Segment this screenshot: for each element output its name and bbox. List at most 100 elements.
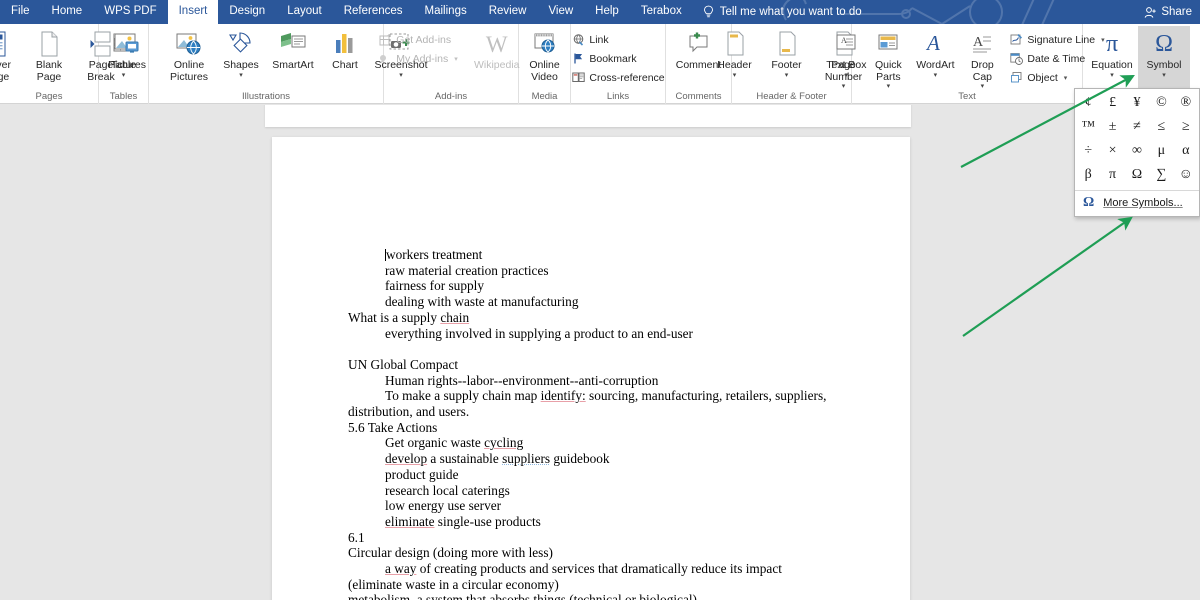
cover-page-label: Cover Page (0, 59, 11, 83)
object-icon (1009, 71, 1023, 85)
equation-button[interactable]: π Equation ▾ (1086, 26, 1138, 88)
ribbon-tab-insert[interactable]: Insert (167, 0, 219, 24)
document-body-text[interactable]: workers treatment raw material creation p… (348, 247, 838, 600)
ribbon-tab-layout[interactable]: Layout (276, 0, 333, 24)
symbol-cell[interactable]: × (1100, 139, 1124, 163)
online-pictures-icon (175, 29, 203, 59)
ribbon-tab-terabox[interactable]: Terabox (630, 0, 693, 24)
drop-cap-button[interactable]: A Drop Cap ▾ (961, 26, 1003, 90)
header-button[interactable]: Header ▾ (709, 26, 761, 88)
ribbon-tab-design[interactable]: Design (218, 0, 276, 24)
text-run: Circular design (doing more with less) (348, 545, 553, 561)
symbol-cell[interactable]: ± (1100, 115, 1124, 139)
share-button[interactable]: Share (1144, 0, 1192, 24)
symbol-cell[interactable]: Ω (1125, 163, 1149, 187)
footer-button[interactable]: Footer ▾ (761, 26, 813, 88)
wordart-button[interactable]: A WordArt ▾ (909, 26, 961, 88)
more-symbols-label: More Symbols... (1103, 197, 1183, 209)
document-line: Circular design (doing more with less) (348, 545, 838, 561)
symbol-cell[interactable]: ÷ (1076, 139, 1100, 163)
ribbon-tab-home[interactable]: Home (41, 0, 94, 24)
ribbon-tab-help[interactable]: Help (584, 0, 630, 24)
pictures-icon (113, 29, 141, 59)
cover-page-button[interactable]: Cover Page ▾ (0, 26, 23, 90)
symbol-cell[interactable]: ☺ (1174, 163, 1198, 187)
spelling-error-text: cycling (484, 435, 524, 451)
smartart-button[interactable]: SmartArt (262, 26, 324, 88)
ribbon-tab-mailings[interactable]: Mailings (414, 0, 478, 24)
date-time-label: Date & Time (1027, 52, 1086, 65)
symbol-cell[interactable]: β (1076, 163, 1100, 187)
symbol-cell[interactable]: £ (1100, 91, 1124, 115)
symbol-cell[interactable]: π (1100, 163, 1124, 187)
ribbon-tab-bar: File Home WPS PDF Insert Design Layout Referen… (0, 0, 1200, 24)
svg-text:A: A (973, 35, 984, 50)
text-run: , a system that absorbs things (technica… (410, 592, 697, 600)
link-button[interactable]: Link (567, 30, 668, 49)
chevron-down-icon[interactable]: ▾ (785, 72, 789, 79)
group-label-pages: Pages (35, 91, 63, 102)
chevron-down-icon[interactable]: ▾ (887, 83, 891, 90)
text-run: To make a supply chain map (385, 388, 541, 404)
chevron-down-icon[interactable]: ▾ (934, 72, 938, 79)
smartart-label: SmartArt (272, 59, 314, 71)
symbol-cell[interactable]: ≤ (1149, 115, 1173, 139)
bookmark-button[interactable]: Bookmark (567, 49, 668, 68)
text-box-icon: A (834, 29, 858, 59)
blank-page-button[interactable]: Blank Page (23, 26, 75, 88)
symbol-cell[interactable]: ® (1174, 91, 1198, 115)
ribbon-group-illustrations: Pictures Online Pictures Shapes ▾ SmartA… (108, 24, 428, 104)
chevron-down-icon[interactable]: ▾ (733, 72, 737, 79)
symbol-cell[interactable]: ™ (1076, 115, 1100, 139)
symbol-cell[interactable]: ¢ (1076, 91, 1100, 115)
chevron-down-icon[interactable]: ▾ (454, 55, 458, 63)
ribbon-tab-file[interactable]: File (0, 0, 41, 24)
online-pictures-button[interactable]: Online Pictures (158, 26, 220, 88)
text-box-button[interactable]: A Text Box ▾ (825, 26, 867, 88)
symbol-button[interactable]: Ω Symbol ▾ (1138, 26, 1190, 88)
word-window: File Home WPS PDF Insert Design Layout Referen… (0, 0, 1200, 600)
online-video-button[interactable]: Online Video (519, 26, 571, 88)
ribbon-tab-view[interactable]: View (537, 0, 584, 24)
shapes-button[interactable]: Shapes ▾ (220, 26, 262, 88)
equation-label: Equation (1091, 59, 1133, 71)
tell-me-label: Tell me what you want to do (719, 6, 862, 18)
chevron-down-icon[interactable]: ▾ (981, 83, 985, 90)
symbol-cell[interactable]: ∑ (1149, 163, 1173, 187)
symbol-cell[interactable]: α (1174, 139, 1198, 163)
symbol-cell[interactable]: ∞ (1125, 139, 1149, 163)
symbol-cell[interactable]: ≥ (1174, 115, 1198, 139)
tell-me-box[interactable]: Tell me what you want to do (693, 0, 872, 24)
pictures-button[interactable]: Pictures (96, 26, 158, 88)
cross-reference-button[interactable]: Cross-reference (567, 68, 668, 87)
cross-reference-label: Cross-reference (589, 71, 665, 84)
get-addins-label: Get Add-ins (396, 33, 452, 46)
symbol-cell[interactable]: © (1149, 91, 1173, 115)
get-addins-button[interactable]: Get Add-ins (374, 30, 461, 49)
symbol-cell[interactable]: ≠ (1125, 115, 1149, 139)
my-addins-button[interactable]: My Add-ins ▾ (374, 49, 461, 68)
symbol-cell[interactable]: ¥ (1125, 91, 1149, 115)
share-person-icon (1145, 6, 1157, 18)
quick-parts-button[interactable]: Quick Parts ▾ (867, 26, 909, 90)
group-label-media: Media (531, 91, 558, 102)
ribbon-group-addins: Get Add-ins My Add-ins ▾ W Wikipedia Add… (379, 24, 520, 104)
ribbon-tab-wps-pdf[interactable]: WPS PDF (93, 0, 167, 24)
ribbon-tab-references[interactable]: References (333, 0, 414, 24)
ribbon-tab-review[interactable]: Review (478, 0, 538, 24)
more-symbols-menu-item[interactable]: Ω More Symbols... (1075, 191, 1199, 216)
chevron-down-icon[interactable]: ▾ (1110, 72, 1114, 79)
previous-page (265, 105, 911, 127)
document-line: 5.6 Take Actions (348, 420, 838, 436)
group-label-text: Text (958, 91, 976, 102)
symbol-cell[interactable]: μ (1149, 139, 1173, 163)
chevron-down-icon[interactable]: ▾ (1162, 72, 1166, 79)
chevron-down-icon[interactable]: ▾ (1064, 74, 1068, 82)
text-run: single-use products (434, 513, 541, 529)
chevron-down-icon[interactable]: ▾ (845, 72, 849, 79)
document-page[interactable]: workers treatment raw material creation p… (272, 137, 910, 600)
document-line: metabolism, a system that absorbs things… (348, 592, 838, 600)
chevron-down-icon[interactable]: ▾ (239, 72, 243, 79)
chart-button[interactable]: Chart (324, 26, 366, 88)
svg-text:A: A (841, 36, 847, 45)
